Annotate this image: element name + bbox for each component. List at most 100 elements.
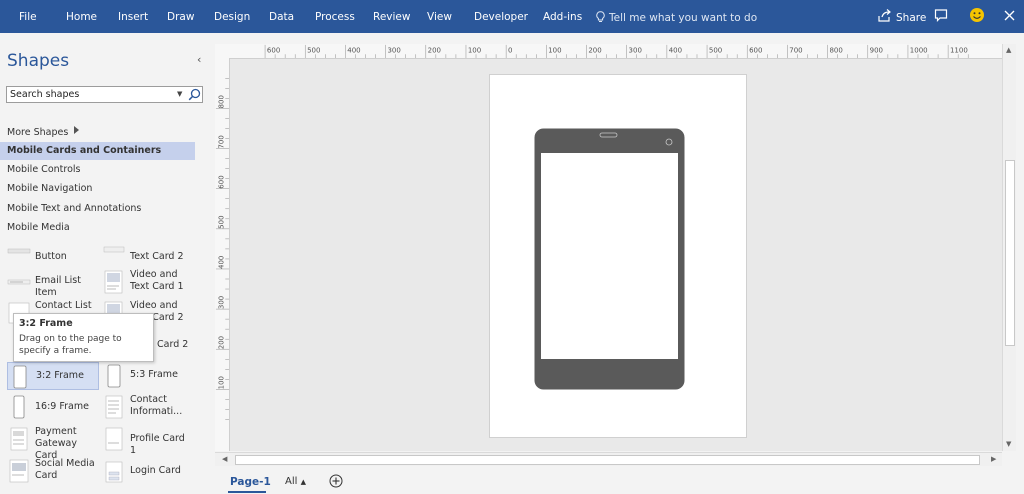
shape-label: 3:2 Frame — [36, 370, 84, 381]
shape-5-3-frame[interactable]: 5:3 Frame — [102, 362, 194, 390]
ruler-label: 200 — [217, 336, 225, 349]
ruler-label: 1100 — [950, 46, 968, 54]
mobile-phone-frame[interactable] — [534, 128, 685, 390]
shape-contact-information[interactable]: Contact Informati... — [102, 393, 194, 421]
scroll-up-icon[interactable]: ▲ — [1006, 46, 1011, 54]
shape-button[interactable]: Button — [7, 243, 99, 271]
search-icon[interactable] — [188, 88, 201, 104]
search-shapes-input[interactable]: Search shapes ▼ — [6, 86, 203, 103]
stencil-mobile-controls[interactable]: Mobile Controls — [0, 161, 195, 179]
ruler-label: 600 — [749, 46, 762, 54]
all-pages-button[interactable]: All ▲ — [285, 476, 306, 487]
share-button[interactable]: Share — [896, 12, 926, 24]
ruler-label: 100 — [217, 376, 225, 389]
smiley-feedback-icon[interactable] — [969, 7, 985, 26]
shape-label: Profile Card 1 — [130, 433, 185, 456]
tab-add-ins[interactable]: Add-ins — [543, 11, 582, 23]
shape-tooltip: 3:2 Frame Drag on to the page to specify… — [13, 313, 154, 362]
close-icon[interactable] — [1004, 10, 1015, 24]
shape-3-2-frame[interactable]: 3:2 Frame — [7, 362, 99, 390]
horizontal-ruler[interactable]: 600 500 400 300 200 100 0 100 200 300 400 500 600 700… — [230, 44, 1002, 59]
ruler-label: 700 — [217, 135, 225, 148]
shape-social-media-card[interactable]: Social Media Card — [7, 457, 99, 485]
shape-label: Social Media Card — [35, 458, 95, 481]
horizontal-scroll-thumb[interactable] — [235, 455, 980, 465]
payment-card-shape-icon — [10, 427, 28, 451]
shape-label: Contact List — [35, 300, 92, 311]
shapes-pane-title: Shapes — [7, 51, 70, 71]
tab-draw[interactable]: Draw — [167, 11, 194, 23]
shape-label: Card 2 — [157, 339, 189, 350]
scroll-left-icon[interactable]: ◀ — [222, 455, 227, 463]
collapse-pane-button[interactable]: ‹ — [197, 53, 201, 66]
ruler-label: 600 — [267, 46, 280, 54]
page-tab-page-1[interactable]: Page-1 — [230, 476, 271, 488]
shape-profile-card-1[interactable]: Profile Card 1 — [102, 425, 194, 456]
button-shape-icon — [7, 248, 31, 254]
shapes-pane: Shapes ‹ Search shapes ▼ More Shapes Mob… — [0, 33, 211, 494]
ruler-label: 400 — [347, 46, 360, 54]
tab-insert[interactable]: Insert — [118, 11, 148, 23]
shape-label: 16:9 Frame — [35, 401, 89, 412]
scroll-down-icon[interactable]: ▼ — [1006, 440, 1011, 448]
search-dropdown-icon[interactable]: ▼ — [177, 90, 182, 98]
phone-screen[interactable] — [541, 153, 678, 359]
tab-data[interactable]: Data — [269, 11, 294, 23]
add-page-icon[interactable] — [329, 474, 343, 491]
shape-login-card[interactable]: Login Card — [102, 457, 194, 485]
shape-label: Button — [35, 251, 67, 262]
shape-payment-gateway-card[interactable]: Payment Gateway Card — [7, 425, 99, 461]
more-shapes-menu[interactable]: More Shapes — [7, 127, 68, 138]
shape-label: Video and Text Card 1 — [130, 269, 184, 292]
search-shapes-placeholder: Search shapes — [10, 89, 80, 100]
all-pages-label: All — [285, 476, 298, 487]
ruler-label: 800 — [829, 46, 842, 54]
ribbon: File Home Insert Draw Design Data Proces… — [0, 0, 1024, 33]
shape-video-and-text-card-1[interactable]: Video and Text Card 1 — [102, 268, 194, 296]
ruler-label: 700 — [789, 46, 802, 54]
frame-shape-icon — [107, 364, 121, 388]
tab-home[interactable]: Home — [66, 11, 97, 23]
ruler-label: 200 — [588, 46, 601, 54]
chevron-right-icon — [74, 126, 79, 134]
ruler-label: 500 — [709, 46, 722, 54]
shape-label: Email List Item — [35, 275, 81, 298]
shape-16-9-frame[interactable]: 16:9 Frame — [7, 393, 99, 421]
page-tabs-bar: Page-1 All ▲ — [211, 468, 1024, 494]
tab-process[interactable]: Process — [315, 11, 355, 23]
tab-design[interactable]: Design — [214, 11, 250, 23]
shape-label: Login Card — [130, 465, 181, 476]
tab-view[interactable]: View — [427, 11, 452, 23]
caret-up-icon: ▲ — [300, 478, 306, 486]
stencil-mobile-navigation[interactable]: Mobile Navigation — [0, 180, 195, 198]
text-card-shape-icon — [103, 246, 125, 253]
shape-email-list-item[interactable]: Email List Item — [7, 268, 99, 298]
vertical-ruler[interactable]: 800 700 600 500 400 300 200 100 — [215, 58, 230, 451]
stencil-mobile-cards-and-containers[interactable]: Mobile Cards and Containers — [0, 142, 195, 160]
frame-shape-icon — [13, 365, 27, 389]
comment-icon[interactable] — [934, 8, 948, 25]
social-card-shape-icon — [9, 459, 29, 483]
active-page-indicator — [228, 491, 266, 493]
tab-file[interactable]: File — [19, 11, 37, 23]
horizontal-scrollbar[interactable]: ◀ ▶ — [215, 452, 1002, 466]
stencil-mobile-text-and-annotations[interactable]: Mobile Text and Annotations — [0, 200, 195, 218]
ruler-label: 900 — [870, 46, 883, 54]
vertical-scroll-thumb[interactable] — [1005, 160, 1015, 346]
video-card-shape-icon — [104, 270, 123, 294]
tell-me-box[interactable]: Tell me what you want to do — [596, 11, 757, 24]
shape-label: Contact Informati... — [130, 394, 183, 417]
tab-developer[interactable]: Developer — [474, 11, 528, 23]
tab-review[interactable]: Review — [373, 11, 410, 23]
vertical-scrollbar[interactable]: ▲ ▼ — [1002, 44, 1016, 451]
share-icon[interactable] — [877, 8, 892, 26]
frame-shape-icon — [13, 395, 25, 419]
tooltip-body: Drag on to the page to specify a frame. — [19, 334, 122, 356]
scroll-right-icon[interactable]: ▶ — [991, 455, 996, 463]
tell-me-text: Tell me what you want to do — [609, 12, 758, 24]
shape-label: Text Card 2 — [130, 251, 184, 262]
ruler-label: 300 — [387, 46, 400, 54]
shape-text-card-2[interactable]: Text Card 2 — [102, 243, 194, 271]
stencil-mobile-media[interactable]: Mobile Media — [0, 219, 195, 237]
profile-card-shape-icon — [105, 427, 123, 451]
